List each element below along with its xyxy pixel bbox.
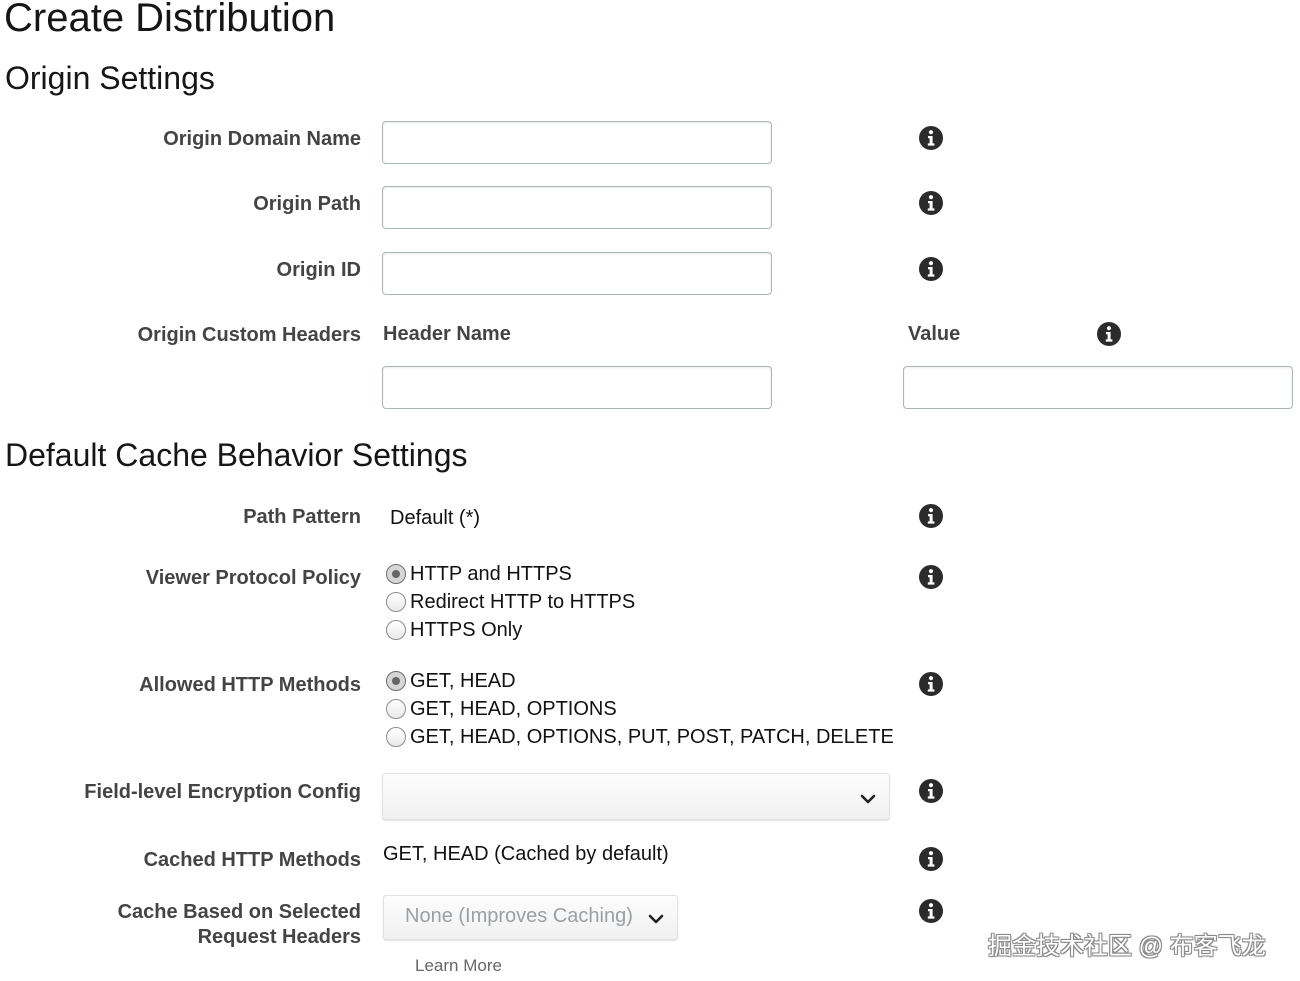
cached-http-methods-label: Cached HTTP Methods bbox=[143, 849, 361, 871]
radio-button-selected[interactable] bbox=[386, 671, 406, 691]
path-pattern-label: Path Pattern bbox=[243, 506, 361, 528]
field-level-encryption-label: Field-level Encryption Config bbox=[84, 781, 361, 803]
info-icon[interactable] bbox=[918, 898, 944, 924]
info-icon[interactable] bbox=[1096, 321, 1122, 347]
info-glyph bbox=[919, 565, 943, 589]
page-title: Create Distribution bbox=[4, 0, 336, 40]
info-glyph bbox=[919, 899, 943, 923]
radio-button[interactable] bbox=[386, 620, 406, 640]
cache-headers-label-line2: Request Headers bbox=[197, 926, 361, 948]
field-level-encryption-select[interactable] bbox=[382, 773, 890, 820]
radio-button[interactable] bbox=[386, 699, 406, 719]
radio-https-only[interactable]: HTTPS Only bbox=[382, 616, 635, 644]
radio-button-selected[interactable] bbox=[386, 564, 406, 584]
radio-redirect-http-to-https[interactable]: Redirect HTTP to HTTPS bbox=[382, 588, 635, 616]
header-name-column-label: Header Name bbox=[383, 323, 511, 345]
radio-label: HTTP and HTTPS bbox=[410, 562, 572, 585]
info-icon[interactable] bbox=[918, 190, 944, 216]
info-glyph bbox=[919, 672, 943, 696]
select-value: None (Improves Caching) bbox=[405, 905, 633, 927]
radio-label: Redirect HTTP to HTTPS bbox=[410, 590, 636, 613]
info-glyph bbox=[919, 191, 943, 215]
value-column-label: Value bbox=[908, 323, 961, 345]
radio-all-methods[interactable]: GET, HEAD, OPTIONS, PUT, POST, PATCH, DE… bbox=[382, 723, 894, 751]
origin-custom-headers-label: Origin Custom Headers bbox=[137, 324, 361, 346]
origin-domain-name-label: Origin Domain Name bbox=[163, 128, 361, 150]
radio-get-head-options[interactable]: GET, HEAD, OPTIONS bbox=[382, 695, 894, 723]
info-icon[interactable] bbox=[918, 846, 944, 872]
info-glyph bbox=[919, 126, 943, 150]
radio-get-head[interactable]: GET, HEAD bbox=[382, 667, 894, 695]
radio-button[interactable] bbox=[386, 727, 406, 747]
cache-headers-select[interactable]: None (Improves Caching) bbox=[383, 895, 678, 940]
info-icon[interactable] bbox=[918, 125, 944, 151]
radio-http-and-https[interactable]: HTTP and HTTPS bbox=[382, 560, 635, 588]
learn-more-link[interactable]: Learn More bbox=[415, 956, 502, 976]
origin-settings-heading: Origin Settings bbox=[5, 60, 215, 96]
custom-header-name-input[interactable] bbox=[382, 366, 772, 409]
watermark: 掘金技术社区 @ 布客飞龙 bbox=[988, 933, 1266, 960]
info-icon[interactable] bbox=[918, 778, 944, 804]
cache-headers-label: Cache Based on Selected Request Headers bbox=[0, 900, 361, 950]
info-glyph bbox=[919, 504, 943, 528]
radio-label: GET, HEAD, OPTIONS, PUT, POST, PATCH, DE… bbox=[410, 725, 894, 748]
origin-id-input[interactable] bbox=[382, 252, 772, 295]
origin-path-input[interactable] bbox=[382, 186, 772, 229]
path-pattern-value: Default (*) bbox=[390, 507, 481, 529]
origin-domain-name-input[interactable] bbox=[382, 121, 772, 164]
info-glyph bbox=[1097, 322, 1121, 346]
radio-label: HTTPS Only bbox=[410, 618, 523, 641]
cached-http-methods-value: GET, HEAD (Cached by default) bbox=[383, 843, 669, 865]
origin-id-label: Origin ID bbox=[276, 259, 361, 281]
info-icon[interactable] bbox=[918, 256, 944, 282]
info-icon[interactable] bbox=[918, 671, 944, 697]
allowed-methods-radio-group: GET, HEAD GET, HEAD, OPTIONS GET, HEAD, … bbox=[382, 667, 894, 751]
info-glyph bbox=[919, 847, 943, 871]
chevron-down-icon bbox=[860, 794, 876, 804]
cache-headers-label-line1: Cache Based on Selected bbox=[117, 901, 361, 923]
viewer-protocol-policy-label: Viewer Protocol Policy bbox=[145, 567, 361, 589]
info-glyph bbox=[919, 257, 943, 281]
viewer-protocol-radio-group: HTTP and HTTPS Redirect HTTP to HTTPS HT… bbox=[382, 560, 635, 644]
info-icon[interactable] bbox=[918, 564, 944, 590]
cache-behavior-heading: Default Cache Behavior Settings bbox=[5, 437, 468, 473]
chevron-down-icon bbox=[648, 914, 664, 924]
radio-button[interactable] bbox=[386, 592, 406, 612]
info-icon[interactable] bbox=[918, 503, 944, 529]
radio-label: GET, HEAD, OPTIONS bbox=[410, 697, 617, 720]
radio-label: GET, HEAD bbox=[410, 669, 516, 692]
custom-header-value-input[interactable] bbox=[903, 366, 1293, 409]
info-glyph bbox=[919, 779, 943, 803]
origin-path-label: Origin Path bbox=[253, 193, 361, 215]
allowed-http-methods-label: Allowed HTTP Methods bbox=[139, 674, 361, 696]
